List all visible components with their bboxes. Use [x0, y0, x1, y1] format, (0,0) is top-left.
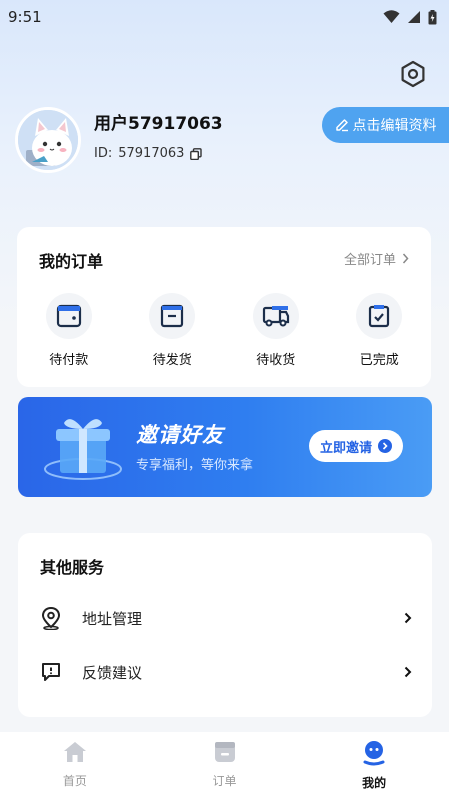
order-status-pending-shipment[interactable]: 待发货	[121, 293, 225, 368]
order-status-pending-receipt[interactable]: 待收货	[224, 293, 328, 368]
settings-icon	[401, 60, 425, 88]
chevron-right-icon	[402, 253, 409, 264]
order-status-label: 已完成	[359, 353, 399, 368]
order-status-completed[interactable]: 已完成	[328, 293, 432, 368]
status-bar: 9:51	[0, 0, 449, 34]
battery-icon	[428, 9, 437, 24]
copy-icon[interactable]	[190, 147, 203, 160]
orders-title: 我的订单	[39, 252, 104, 271]
signal-icon	[408, 11, 420, 23]
home-icon	[63, 742, 86, 762]
chevron-right-icon	[404, 612, 412, 624]
avatar[interactable]	[15, 107, 81, 173]
status-icons	[383, 9, 437, 25]
order-status-pending-payment[interactable]: 待付款	[17, 293, 121, 368]
pencil-icon	[335, 119, 348, 132]
invite-now-label: 立即邀请	[319, 440, 372, 456]
invite-now-button[interactable]: 立即邀请	[309, 430, 403, 462]
tab-profile[interactable]: 我的	[299, 732, 449, 800]
services-title: 其他服务	[40, 558, 105, 577]
wallet-icon	[56, 304, 81, 328]
tab-orders[interactable]: 订单	[150, 732, 300, 800]
truck-icon	[262, 306, 289, 327]
user-id: ID: 57917063	[94, 146, 203, 161]
services-card: 其他服务 地址管理 反馈建议	[18, 533, 432, 717]
all-orders-link[interactable]: 全部订单	[344, 249, 409, 268]
tab-label: 我的	[362, 776, 387, 790]
wifi-icon	[383, 10, 400, 23]
orders-icon	[214, 742, 235, 762]
edit-profile-label: 点击编辑资料	[352, 118, 437, 134]
gift-box-icon	[44, 419, 122, 480]
service-label: 地址管理	[82, 609, 143, 628]
orders-card: 我的订单 全部订单 待付款 待发货 待收货 已完成	[17, 227, 431, 387]
service-address-management[interactable]: 地址管理	[40, 603, 412, 633]
cat-avatar-icon	[18, 110, 78, 170]
box-icon	[161, 304, 184, 328]
tab-label: 首页	[62, 774, 87, 788]
arrow-circle-icon	[378, 439, 392, 453]
tab-home[interactable]: 首页	[0, 732, 150, 800]
bottom-tab-bar: 首页 订单 我的	[0, 732, 449, 800]
username: 用户57917063	[94, 114, 223, 134]
user-id-label: ID:	[94, 146, 113, 161]
status-time: 9:51	[8, 8, 42, 26]
check-box-icon	[369, 305, 390, 328]
service-label: 反馈建议	[82, 663, 143, 682]
order-status-list: 待付款 待发货 待收货 已完成	[17, 293, 431, 368]
order-status-label: 待收货	[256, 353, 296, 368]
feedback-icon	[42, 663, 60, 681]
invite-title: 邀请好友	[136, 423, 224, 447]
invite-subtitle: 专享福利，等你来拿	[136, 458, 254, 473]
order-status-label: 待付款	[49, 353, 89, 368]
edit-profile-button[interactable]: 点击编辑资料	[322, 107, 449, 143]
service-feedback[interactable]: 反馈建议	[40, 657, 412, 687]
location-pin-icon	[41, 606, 61, 630]
tab-label: 订单	[212, 774, 237, 788]
order-status-label: 待发货	[152, 353, 192, 368]
invite-friends-banner[interactable]: 邀请好友 专享福利，等你来拿 立即邀请	[18, 397, 432, 497]
settings-button[interactable]	[399, 60, 427, 88]
all-orders-label: 全部订单	[343, 253, 396, 268]
user-id-value: 57917063	[118, 146, 185, 161]
chevron-right-icon	[404, 666, 412, 678]
profile-icon	[363, 741, 385, 766]
